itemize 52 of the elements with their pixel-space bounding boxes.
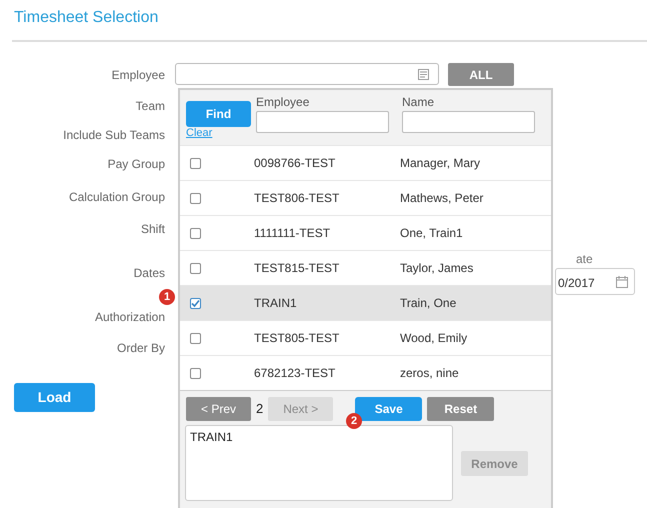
employee-field[interactable] <box>175 63 439 85</box>
employee-name: Taylor, James <box>400 260 474 277</box>
filter-field[interactable] <box>402 111 535 133</box>
field-label: Employee <box>110 67 165 84</box>
employee-name: Wood, Emily <box>400 330 468 347</box>
employee-name: Train, One <box>400 295 456 312</box>
employee-name: zeros, nine <box>400 365 459 382</box>
list-row[interactable]: TRAIN1 Train, One <box>180 285 551 320</box>
date-label: ate <box>576 251 593 268</box>
field-label: Team <box>134 98 165 115</box>
selected-item[interactable]: TRAIN1 <box>190 428 448 446</box>
list-row[interactable]: 0098766-TEST Manager, Mary <box>180 145 551 180</box>
field-label: Calculation Group <box>68 189 165 206</box>
date-value: 0/2017 <box>558 276 595 290</box>
employee-id: TEST805-TEST <box>254 330 340 347</box>
date-field[interactable]: 0/2017 <box>555 268 635 295</box>
list-row[interactable]: TEST805-TEST Wood, Emily <box>180 320 551 355</box>
list-row[interactable]: 1111111-TEST One, Train1 <box>180 215 551 250</box>
checkbox[interactable] <box>190 298 201 308</box>
list-row[interactable]: 6782123-TEST zeros, nine <box>180 355 551 390</box>
checkbox[interactable] <box>190 192 201 204</box>
employee-id: TEST815-TEST <box>254 260 340 277</box>
field-label: Dates <box>132 265 165 282</box>
calendar-icon[interactable] <box>616 276 628 288</box>
field-label: Authorization <box>94 309 165 326</box>
field-label: Order By <box>116 340 165 357</box>
page-number: 2 <box>256 400 264 418</box>
selection-list-box[interactable]: TRAIN1 <box>185 425 453 501</box>
field-label: Include Sub Teams <box>62 127 165 144</box>
employee-name: Mathews, Peter <box>400 190 484 207</box>
checkbox[interactable] <box>190 158 201 168</box>
column-header: Name <box>402 95 434 109</box>
page-title: Timesheet Selection <box>13 8 160 28</box>
list-icon[interactable] <box>418 69 430 81</box>
employee-name: One, Train1 <box>400 225 463 242</box>
employee-id: TEST806-TEST <box>254 190 340 207</box>
field-label: Pay Group <box>106 156 165 173</box>
filter-field[interactable] <box>256 111 389 133</box>
employee-id: 6782123-TEST <box>254 365 336 382</box>
employee-id: 1111111-TEST <box>254 225 332 242</box>
field-label: Shift <box>140 221 165 238</box>
employee-id: 0098766-TEST <box>254 155 336 172</box>
employee-id: TRAIN1 <box>254 295 298 312</box>
callout-badge: 1 <box>159 289 175 305</box>
checkbox[interactable] <box>190 332 201 344</box>
column-header: Employee <box>256 95 310 109</box>
checkbox[interactable] <box>190 262 201 274</box>
list-row[interactable]: TEST815-TEST Taylor, James <box>180 250 551 285</box>
checkbox[interactable] <box>190 228 201 238</box>
list-row[interactable]: TEST806-TEST Mathews, Peter <box>180 180 551 215</box>
employee-name: Manager, Mary <box>400 155 480 172</box>
checkbox[interactable] <box>190 368 201 378</box>
